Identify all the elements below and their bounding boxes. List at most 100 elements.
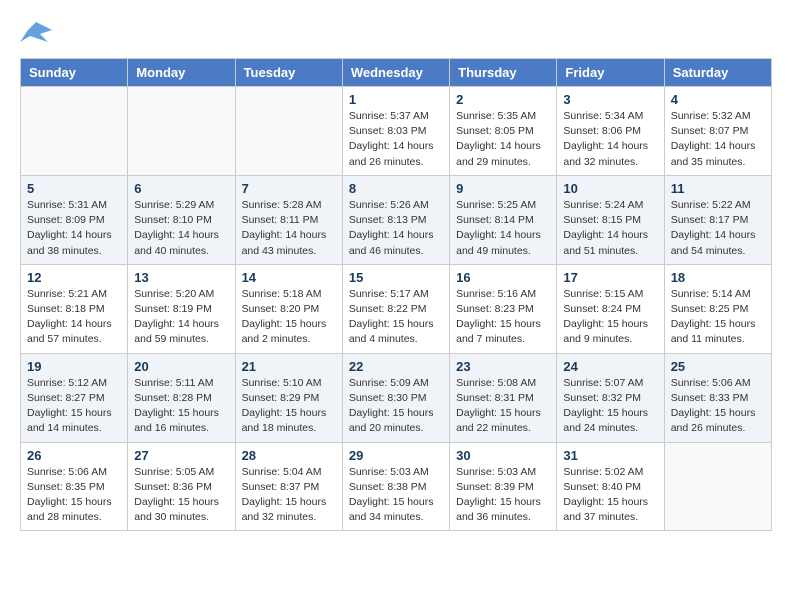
day-info: Sunrise: 5:16 AM Sunset: 8:23 PM Dayligh… (456, 287, 550, 348)
calendar-cell: 27 Sunrise: 5:05 AM Sunset: 8:36 PM Dayli… (128, 442, 235, 531)
day-number: 24 (563, 359, 657, 374)
day-info: Sunrise: 5:34 AM Sunset: 8:06 PM Dayligh… (563, 109, 657, 170)
calendar-cell: 9 Sunrise: 5:25 AM Sunset: 8:14 PM Daylig… (450, 175, 557, 264)
day-info: Sunrise: 5:31 AM Sunset: 8:09 PM Dayligh… (27, 198, 121, 259)
weekday-header-saturday: Saturday (664, 59, 771, 87)
day-number: 29 (349, 448, 443, 463)
day-info: Sunrise: 5:26 AM Sunset: 8:13 PM Dayligh… (349, 198, 443, 259)
weekday-header-monday: Monday (128, 59, 235, 87)
day-number: 8 (349, 181, 443, 196)
day-info: Sunrise: 5:32 AM Sunset: 8:07 PM Dayligh… (671, 109, 765, 170)
weekday-header-sunday: Sunday (21, 59, 128, 87)
day-info: Sunrise: 5:02 AM Sunset: 8:40 PM Dayligh… (563, 465, 657, 526)
calendar-cell: 21 Sunrise: 5:10 AM Sunset: 8:29 PM Dayli… (235, 353, 342, 442)
day-number: 26 (27, 448, 121, 463)
calendar-cell (235, 87, 342, 176)
day-info: Sunrise: 5:25 AM Sunset: 8:14 PM Dayligh… (456, 198, 550, 259)
day-info: Sunrise: 5:03 AM Sunset: 8:39 PM Dayligh… (456, 465, 550, 526)
day-number: 21 (242, 359, 336, 374)
calendar-cell: 2 Sunrise: 5:35 AM Sunset: 8:05 PM Daylig… (450, 87, 557, 176)
day-info: Sunrise: 5:05 AM Sunset: 8:36 PM Dayligh… (134, 465, 228, 526)
day-info: Sunrise: 5:14 AM Sunset: 8:25 PM Dayligh… (671, 287, 765, 348)
day-info: Sunrise: 5:29 AM Sunset: 8:10 PM Dayligh… (134, 198, 228, 259)
weekday-header-thursday: Thursday (450, 59, 557, 87)
day-number: 17 (563, 270, 657, 285)
logo-icon (20, 20, 52, 48)
calendar-cell: 29 Sunrise: 5:03 AM Sunset: 8:38 PM Dayli… (342, 442, 449, 531)
day-info: Sunrise: 5:18 AM Sunset: 8:20 PM Dayligh… (242, 287, 336, 348)
day-number: 31 (563, 448, 657, 463)
day-info: Sunrise: 5:12 AM Sunset: 8:27 PM Dayligh… (27, 376, 121, 437)
calendar-cell: 1 Sunrise: 5:37 AM Sunset: 8:03 PM Daylig… (342, 87, 449, 176)
calendar-cell: 22 Sunrise: 5:09 AM Sunset: 8:30 PM Dayli… (342, 353, 449, 442)
day-info: Sunrise: 5:06 AM Sunset: 8:35 PM Dayligh… (27, 465, 121, 526)
weekday-header-wednesday: Wednesday (342, 59, 449, 87)
day-number: 22 (349, 359, 443, 374)
calendar-cell: 28 Sunrise: 5:04 AM Sunset: 8:37 PM Dayli… (235, 442, 342, 531)
calendar-cell: 5 Sunrise: 5:31 AM Sunset: 8:09 PM Daylig… (21, 175, 128, 264)
day-info: Sunrise: 5:07 AM Sunset: 8:32 PM Dayligh… (563, 376, 657, 437)
day-info: Sunrise: 5:20 AM Sunset: 8:19 PM Dayligh… (134, 287, 228, 348)
calendar-cell: 6Sunrise: 5:29 AM Sunset: 8:10 PM Daylig… (128, 175, 235, 264)
calendar-cell: 20 Sunrise: 5:11 AM Sunset: 8:28 PM Dayli… (128, 353, 235, 442)
day-info: Sunrise: 5:24 AM Sunset: 8:15 PM Dayligh… (563, 198, 657, 259)
calendar-cell (664, 442, 771, 531)
day-info: Sunrise: 5:37 AM Sunset: 8:03 PM Dayligh… (349, 109, 443, 170)
day-number: 10 (563, 181, 657, 196)
day-number: 20 (134, 359, 228, 374)
calendar-cell: 16 Sunrise: 5:16 AM Sunset: 8:23 PM Dayli… (450, 264, 557, 353)
day-info: Sunrise: 5:03 AM Sunset: 8:38 PM Dayligh… (349, 465, 443, 526)
calendar-cell: 12Sunrise: 5:21 AM Sunset: 8:18 PM Dayli… (21, 264, 128, 353)
day-number: 3 (563, 92, 657, 107)
day-number: 13 (134, 270, 228, 285)
calendar-cell: 19 Sunrise: 5:12 AM Sunset: 8:27 PM Dayli… (21, 353, 128, 442)
calendar-header-row: SundayMondayTuesdayWednesdayThursdayFrid… (21, 59, 772, 87)
day-info: Sunrise: 5:04 AM Sunset: 8:37 PM Dayligh… (242, 465, 336, 526)
weekday-header-tuesday: Tuesday (235, 59, 342, 87)
calendar-week-row: 1 Sunrise: 5:37 AM Sunset: 8:03 PM Daylig… (21, 87, 772, 176)
calendar-cell: 24 Sunrise: 5:07 AM Sunset: 8:32 PM Dayli… (557, 353, 664, 442)
calendar-cell: 23 Sunrise: 5:08 AM Sunset: 8:31 PM Dayli… (450, 353, 557, 442)
calendar-cell: 14 Sunrise: 5:18 AM Sunset: 8:20 PM Dayli… (235, 264, 342, 353)
day-info: Sunrise: 5:17 AM Sunset: 8:22 PM Dayligh… (349, 287, 443, 348)
day-info: Sunrise: 5:10 AM Sunset: 8:29 PM Dayligh… (242, 376, 336, 437)
day-number: 23 (456, 359, 550, 374)
logo (20, 20, 56, 48)
calendar-cell: 26 Sunrise: 5:06 AM Sunset: 8:35 PM Dayli… (21, 442, 128, 531)
day-number: 19 (27, 359, 121, 374)
day-number: 2 (456, 92, 550, 107)
day-number: 16 (456, 270, 550, 285)
calendar-cell (128, 87, 235, 176)
calendar-cell: 15 Sunrise: 5:17 AM Sunset: 8:22 PM Dayli… (342, 264, 449, 353)
day-number: 15 (349, 270, 443, 285)
day-info: Sunrise: 5:09 AM Sunset: 8:30 PM Dayligh… (349, 376, 443, 437)
calendar-cell: 31 Sunrise: 5:02 AM Sunset: 8:40 PM Dayli… (557, 442, 664, 531)
day-info: Sunrise: 5:35 AM Sunset: 8:05 PM Dayligh… (456, 109, 550, 170)
day-info: Sunrise: 5:28 AM Sunset: 8:11 PM Dayligh… (242, 198, 336, 259)
day-info: Sunrise: 5:06 AM Sunset: 8:33 PM Dayligh… (671, 376, 765, 437)
day-number: 25 (671, 359, 765, 374)
day-number: 1 (349, 92, 443, 107)
calendar-cell: 17Sunrise: 5:15 AM Sunset: 8:24 PM Dayli… (557, 264, 664, 353)
calendar-week-row: 26 Sunrise: 5:06 AM Sunset: 8:35 PM Dayli… (21, 442, 772, 531)
calendar-cell: 18 Sunrise: 5:14 AM Sunset: 8:25 PM Dayli… (664, 264, 771, 353)
day-number: 30 (456, 448, 550, 463)
day-info: Sunrise: 5:11 AM Sunset: 8:28 PM Dayligh… (134, 376, 228, 437)
day-number: 14 (242, 270, 336, 285)
day-number: 7 (242, 181, 336, 196)
day-number: 9 (456, 181, 550, 196)
day-number: 4 (671, 92, 765, 107)
day-number: 11 (671, 181, 765, 196)
day-number: 27 (134, 448, 228, 463)
day-number: 28 (242, 448, 336, 463)
page-header (20, 20, 772, 48)
day-number: 18 (671, 270, 765, 285)
calendar-cell: 8 Sunrise: 5:26 AM Sunset: 8:13 PM Daylig… (342, 175, 449, 264)
calendar-cell: 10 Sunrise: 5:24 AM Sunset: 8:15 PM Dayli… (557, 175, 664, 264)
calendar-cell: 13 Sunrise: 5:20 AM Sunset: 8:19 PM Dayli… (128, 264, 235, 353)
day-info: Sunrise: 5:08 AM Sunset: 8:31 PM Dayligh… (456, 376, 550, 437)
day-number: 5 (27, 181, 121, 196)
day-info: Sunrise: 5:22 AM Sunset: 8:17 PM Dayligh… (671, 198, 765, 259)
day-info: Sunrise: 5:21 AM Sunset: 8:18 PM Dayligh… (27, 287, 121, 348)
calendar-cell: 3 Sunrise: 5:34 AM Sunset: 8:06 PM Daylig… (557, 87, 664, 176)
